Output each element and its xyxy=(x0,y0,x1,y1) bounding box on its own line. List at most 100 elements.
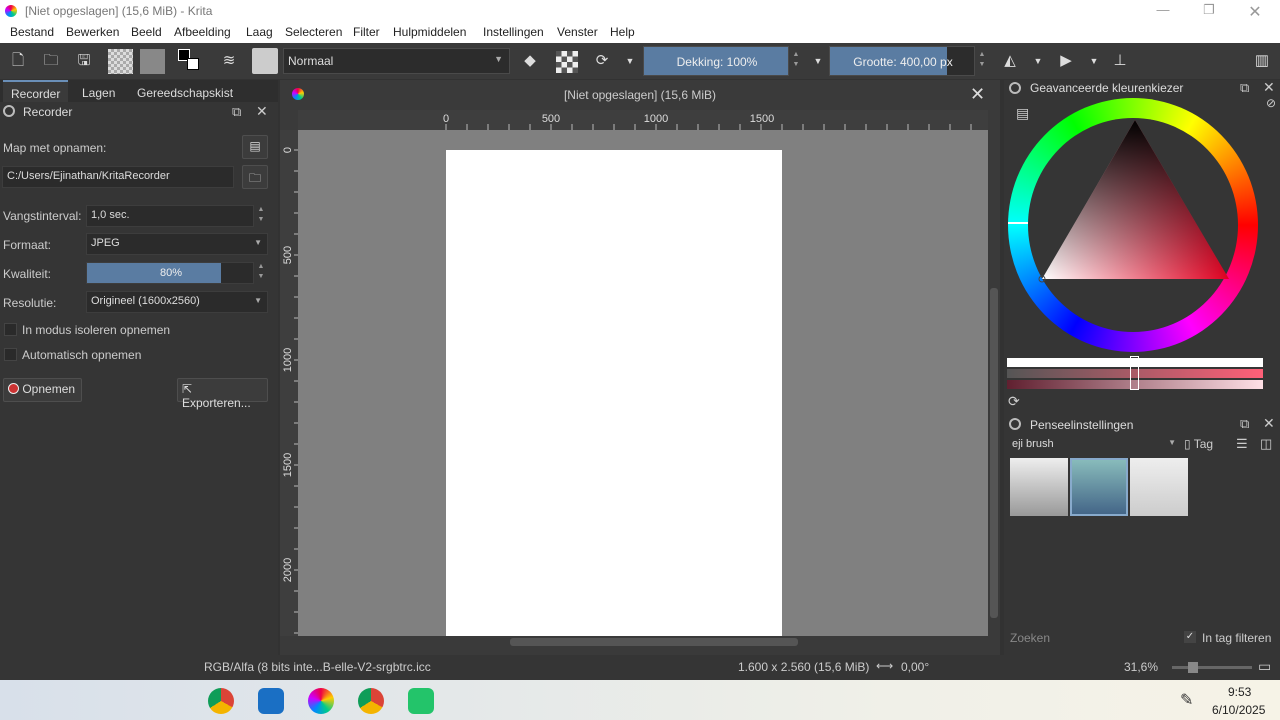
brush-preset-marker[interactable] xyxy=(1130,458,1188,516)
open-document-icon[interactable]: 🗀 xyxy=(39,49,63,73)
horizontal-scrollbar[interactable] xyxy=(298,636,988,648)
auto-record-checkbox[interactable] xyxy=(4,348,17,361)
menu-beeld[interactable]: Beeld xyxy=(131,25,162,39)
auto-record-label: Automatisch opnemen xyxy=(22,348,142,362)
close-button[interactable]: ✕ xyxy=(1242,2,1268,21)
ruler-left: 0 500 1000 1500 2000 xyxy=(280,130,298,636)
tab-gereedschapskist[interactable]: Gereedschapskist xyxy=(137,86,233,100)
browse-folder-icon[interactable]: 🗀 xyxy=(242,165,268,189)
chrome-icon[interactable] xyxy=(208,688,234,714)
brush-preset-selected[interactable] xyxy=(1070,458,1128,516)
quality-label: Kwaliteit: xyxy=(3,267,52,281)
size-slider[interactable]: Grootte: 400,00 px xyxy=(829,46,975,76)
zoom-handle[interactable] xyxy=(1188,662,1198,673)
quality-value: 80% xyxy=(159,267,183,279)
tag-button[interactable]: ▯ Tag xyxy=(1184,437,1213,451)
record-button[interactable]: Opnemen xyxy=(3,378,82,402)
lock-icon[interactable] xyxy=(3,105,15,117)
chevron-down-icon[interactable]: ▼ xyxy=(1082,49,1106,73)
quality-spin[interactable]: ▲ ▼ xyxy=(254,262,268,284)
stylus-icon[interactable]: ✎ xyxy=(1180,690,1193,710)
rotation-icon[interactable]: ⟷ xyxy=(876,659,893,673)
brush-preset-icon[interactable] xyxy=(252,48,278,74)
new-document-icon[interactable]: 🗋 xyxy=(6,49,30,73)
menu-filter[interactable]: Filter xyxy=(353,25,380,39)
export-button[interactable]: ⇱ Exporteren... xyxy=(177,378,268,410)
document-tab-title[interactable]: [Niet opgeslagen] (15,6 MiB) xyxy=(280,88,1000,102)
format-label: Formaat: xyxy=(3,238,52,252)
format-select[interactable]: JPEG ▼ xyxy=(86,233,268,255)
brush-options-icon[interactable]: ≋ xyxy=(217,49,241,73)
color-bar-handle[interactable] xyxy=(1130,356,1139,390)
horizontal-scroll-thumb[interactable] xyxy=(510,638,798,646)
float-icon[interactable]: ⧉ xyxy=(232,104,241,120)
color-triangle[interactable] xyxy=(1004,80,1280,380)
chrome-profile-icon[interactable] xyxy=(358,688,384,714)
save-icon[interactable]: 🖫 xyxy=(72,49,96,73)
eraser-icon[interactable]: ◆ xyxy=(518,49,542,73)
menu-hulpmiddelen[interactable]: Hulpmiddelen xyxy=(393,25,466,39)
minimize-button[interactable]: — xyxy=(1150,2,1176,20)
clock-time: 9:53 xyxy=(1228,685,1252,699)
menu-laag[interactable]: Laag xyxy=(246,25,273,39)
isolate-checkbox[interactable] xyxy=(4,323,17,336)
ruler-left-label: 2000 xyxy=(282,558,294,582)
krita-taskbar-icon[interactable] xyxy=(308,688,334,714)
alpha-lock-icon[interactable] xyxy=(556,51,578,73)
vertical-scroll-thumb[interactable] xyxy=(990,288,998,618)
filter-checkbox[interactable]: ✓ xyxy=(1184,631,1196,643)
blend-mode-select[interactable]: Normaal ▼ xyxy=(283,48,510,74)
ruler-left-label: 1000 xyxy=(282,348,294,372)
close-document-icon[interactable]: ✕ xyxy=(970,84,985,105)
close-icon[interactable]: ✕ xyxy=(1263,415,1275,432)
maximize-button[interactable]: ❐ xyxy=(1196,2,1222,20)
float-icon[interactable]: ⧉ xyxy=(1240,416,1249,432)
chevron-down-icon[interactable]: ▼ xyxy=(806,49,830,73)
menu-bestand[interactable]: Bestand xyxy=(10,25,54,39)
mirror-horizontal-icon[interactable]: ◭ xyxy=(998,49,1022,73)
vertical-scrollbar[interactable] xyxy=(988,130,1000,636)
menu-venster[interactable]: Venster xyxy=(557,25,598,39)
wrap-around-icon[interactable]: ⊥ xyxy=(1108,49,1132,73)
gradient-icon[interactable] xyxy=(108,49,133,74)
refresh-icon[interactable]: ⟳ xyxy=(1008,393,1020,410)
brush-preset-ink[interactable] xyxy=(1010,458,1068,516)
mirror-vertical-icon[interactable]: ▶ xyxy=(1054,49,1078,73)
display-icon[interactable]: ▭ xyxy=(1258,658,1271,675)
tab-lagen[interactable]: Lagen xyxy=(82,86,115,100)
menu-selecteren[interactable]: Selecteren xyxy=(285,25,342,39)
title-bar: [Niet opgeslagen] (15,6 MiB) - Krita — ❐… xyxy=(0,0,1280,23)
chevron-down-icon[interactable]: ▼ xyxy=(1026,49,1050,73)
size-spin[interactable]: ▲ ▼ xyxy=(975,50,989,72)
workspace-icon[interactable]: ▥ xyxy=(1250,49,1274,73)
brush-preset-select[interactable]: eji brush ▼ xyxy=(1008,435,1180,455)
app-icon[interactable] xyxy=(408,688,434,714)
resolution-select[interactable]: Origineel (1600x2560) ▼ xyxy=(86,291,268,313)
manage-recordings-icon[interactable]: ▤ xyxy=(242,135,268,159)
storage-icon[interactable]: ◫ xyxy=(1260,436,1272,452)
outlook-icon[interactable] xyxy=(258,688,284,714)
folder-field[interactable]: C:/Users/Ejinathan/KritaRecorder xyxy=(2,166,234,188)
menu-help[interactable]: Help xyxy=(610,25,635,39)
lock-icon[interactable] xyxy=(1009,418,1021,430)
list-view-icon[interactable]: ☰ xyxy=(1236,436,1248,452)
opacity-slider[interactable]: Dekking: 100% xyxy=(643,46,789,76)
document-page[interactable] xyxy=(446,150,782,636)
tab-recorder[interactable]: Recorder xyxy=(3,80,69,102)
reload-preset-icon[interactable]: ⟳ xyxy=(590,49,614,73)
pattern-icon[interactable] xyxy=(140,49,165,74)
zoom-slider[interactable] xyxy=(1172,662,1252,673)
status-bar: RGB/Alfa (8 bits inte...B-elle-V2-srgbtr… xyxy=(0,655,1280,680)
quality-slider[interactable]: 80% xyxy=(86,262,254,284)
interval-spin[interactable]: ▲ ▼ xyxy=(254,205,268,227)
menu-bewerken[interactable]: Bewerken xyxy=(66,25,119,39)
chevron-down-icon[interactable]: ▼ xyxy=(618,49,642,73)
background-color-icon[interactable] xyxy=(187,58,199,70)
interval-field[interactable]: 1,0 sec. xyxy=(86,205,254,227)
menu-afbeelding[interactable]: Afbeelding xyxy=(174,25,231,39)
menu-instellingen[interactable]: Instellingen xyxy=(483,25,544,39)
krita-icon xyxy=(5,5,17,17)
opacity-spin[interactable]: ▲ ▼ xyxy=(789,50,803,72)
brush-search-input[interactable]: Zoeken xyxy=(1008,628,1178,648)
close-icon[interactable]: ✕ xyxy=(256,103,268,120)
